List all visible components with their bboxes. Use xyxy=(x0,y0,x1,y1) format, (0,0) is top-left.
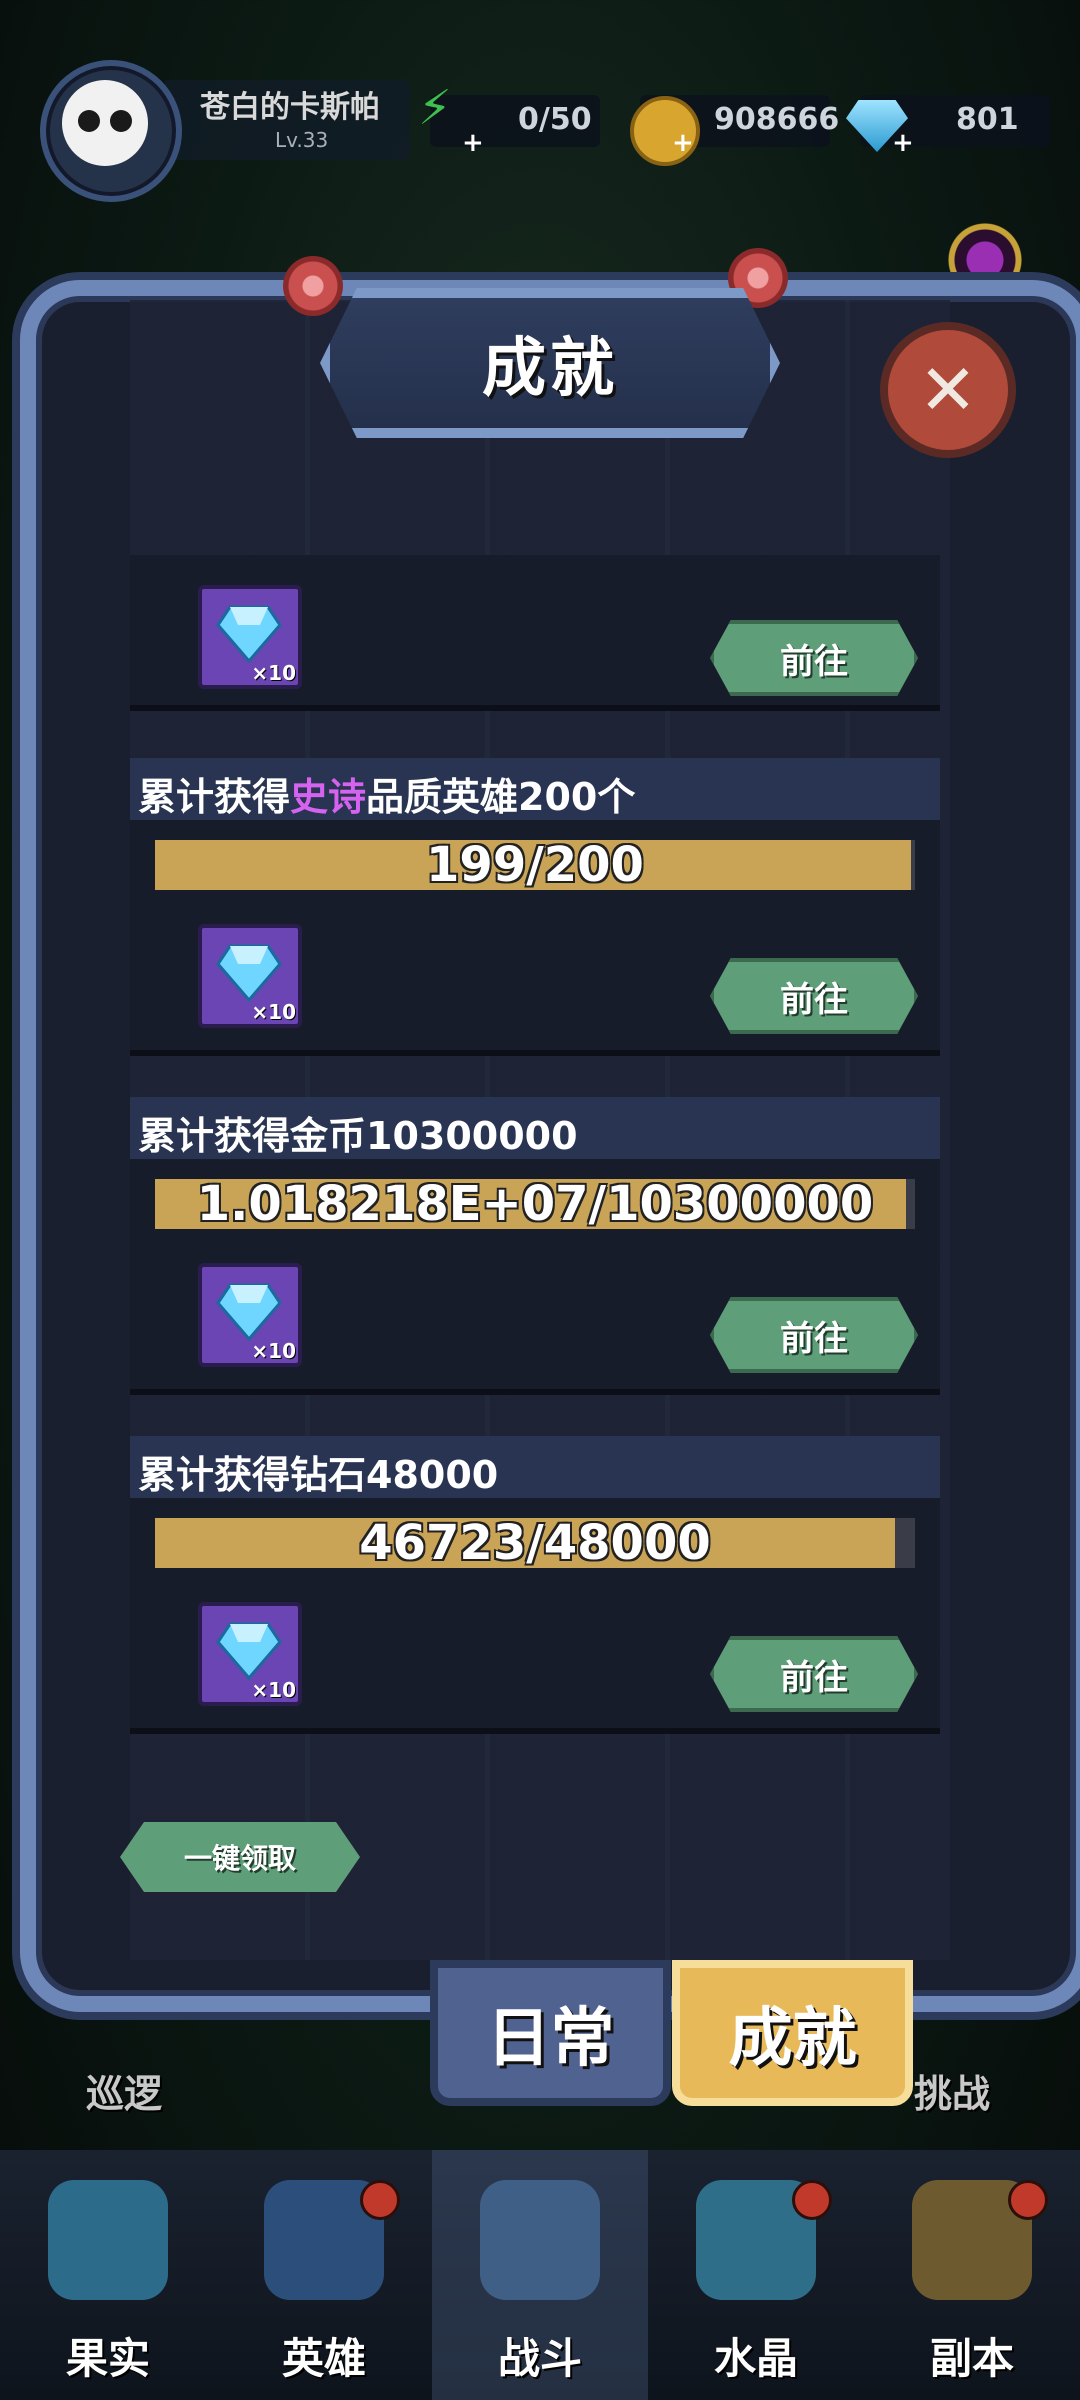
energy-value: 0/50 xyxy=(518,102,592,137)
notification-dot xyxy=(1008,2180,1048,2220)
nav-label: 水晶 xyxy=(713,2334,798,2383)
gold-value: 908666 xyxy=(714,102,840,137)
top-bar: 苍白的卡斯帕 Lv.33 ⚡ + 0/50 + 908666 + 801 xyxy=(0,40,1080,202)
rose-icon xyxy=(283,256,343,316)
collect-all-button[interactable]: 一键领取 xyxy=(120,1822,360,1892)
diamond-reward[interactable]: ×10 xyxy=(198,1263,302,1367)
tab-daily[interactable]: 日常 xyxy=(430,1960,671,2106)
progress-bar: 46723/48000 xyxy=(155,1518,915,1568)
add-energy-icon[interactable]: + xyxy=(462,128,484,158)
nav-item-hero[interactable]: 英雄 xyxy=(216,2150,432,2400)
notification-dot xyxy=(360,2180,400,2220)
close-button[interactable]: ✕ xyxy=(880,322,1016,458)
achievement-card: 累计获得金币10300000 1.018218E+07/10300000 ×10… xyxy=(130,1097,940,1395)
title-text: 品质英雄200个 xyxy=(366,775,636,819)
battle-icon xyxy=(480,2180,600,2300)
achievement-title: 累计获得史诗品质英雄200个 xyxy=(138,766,635,821)
reward-quantity: ×10 xyxy=(251,1339,296,1363)
add-gold-icon[interactable]: + xyxy=(672,128,694,158)
go-button[interactable]: 前往 xyxy=(710,1297,918,1373)
epic-quality-text: 史诗 xyxy=(290,775,367,819)
bottom-nav: 果实 英雄 战斗 水晶 副本 xyxy=(0,2150,1080,2400)
reward-quantity: ×10 xyxy=(251,1000,296,1024)
achievement-card: ×10 前往 xyxy=(130,555,940,711)
diamond-icon xyxy=(216,605,282,663)
nav-label: 英雄 xyxy=(281,2334,366,2383)
diamond-value: 801 xyxy=(956,102,1019,137)
nav-item-fruit[interactable]: 果实 xyxy=(0,2150,216,2400)
diamond-icon xyxy=(216,944,282,1002)
achievement-card: 累计获得钻石48000 46723/48000 ×10 前往 xyxy=(130,1436,940,1734)
diamond-icon xyxy=(216,1283,282,1341)
patrol-label[interactable]: 巡逻 xyxy=(86,2063,162,2118)
achievement-title: 累计获得金币10300000 xyxy=(138,1114,578,1158)
nav-item-crystal[interactable]: 水晶 xyxy=(648,2150,864,2400)
nav-item-battle[interactable]: 战斗 xyxy=(432,2150,648,2400)
diamond-icon xyxy=(216,1622,282,1680)
modal-title-plate: 成就 xyxy=(320,288,780,438)
go-button[interactable]: 前往 xyxy=(710,620,918,696)
nav-label: 副本 xyxy=(929,2334,1014,2383)
challenge-label[interactable]: 挑战 xyxy=(914,2063,990,2118)
diamond-reward[interactable]: ×10 xyxy=(198,1602,302,1706)
progress-text: 46723/48000 xyxy=(359,1515,711,1571)
player-name: 苍白的卡斯帕 xyxy=(200,90,380,125)
add-diamond-icon[interactable]: + xyxy=(892,128,914,158)
nav-label: 战斗 xyxy=(497,2334,582,2383)
progress-bar: 199/200 xyxy=(155,840,915,890)
achievement-title: 累计获得钻石48000 xyxy=(138,1453,499,1497)
diamond-reward[interactable]: ×10 xyxy=(198,585,302,689)
tab-achievement[interactable]: 成就 xyxy=(672,1960,913,2106)
go-button[interactable]: 前往 xyxy=(710,1636,918,1712)
title-text: 累计获得 xyxy=(138,775,291,819)
notification-dot xyxy=(792,2180,832,2220)
nav-item-dungeon[interactable]: 副本 xyxy=(864,2150,1080,2400)
achievement-card: 累计获得史诗品质英雄200个 199/200 ×10 前往 xyxy=(130,758,940,1056)
modal-title: 成就 xyxy=(482,332,618,406)
fruit-icon xyxy=(48,2180,168,2300)
go-button[interactable]: 前往 xyxy=(710,958,918,1034)
reward-quantity: ×10 xyxy=(251,1678,296,1702)
diamond-reward[interactable]: ×10 xyxy=(198,924,302,1028)
panda-avatar-icon xyxy=(62,80,148,166)
close-icon: ✕ xyxy=(918,349,978,431)
progress-text: 199/200 xyxy=(426,837,644,893)
progress-bar: 1.018218E+07/10300000 xyxy=(155,1179,915,1229)
reward-quantity: ×10 xyxy=(251,661,296,685)
avatar[interactable] xyxy=(40,60,182,202)
lightning-icon: ⚡ xyxy=(418,80,452,136)
nav-label: 果实 xyxy=(65,2334,150,2383)
progress-text: 1.018218E+07/10300000 xyxy=(196,1176,874,1232)
player-level: Lv.33 xyxy=(275,128,329,152)
